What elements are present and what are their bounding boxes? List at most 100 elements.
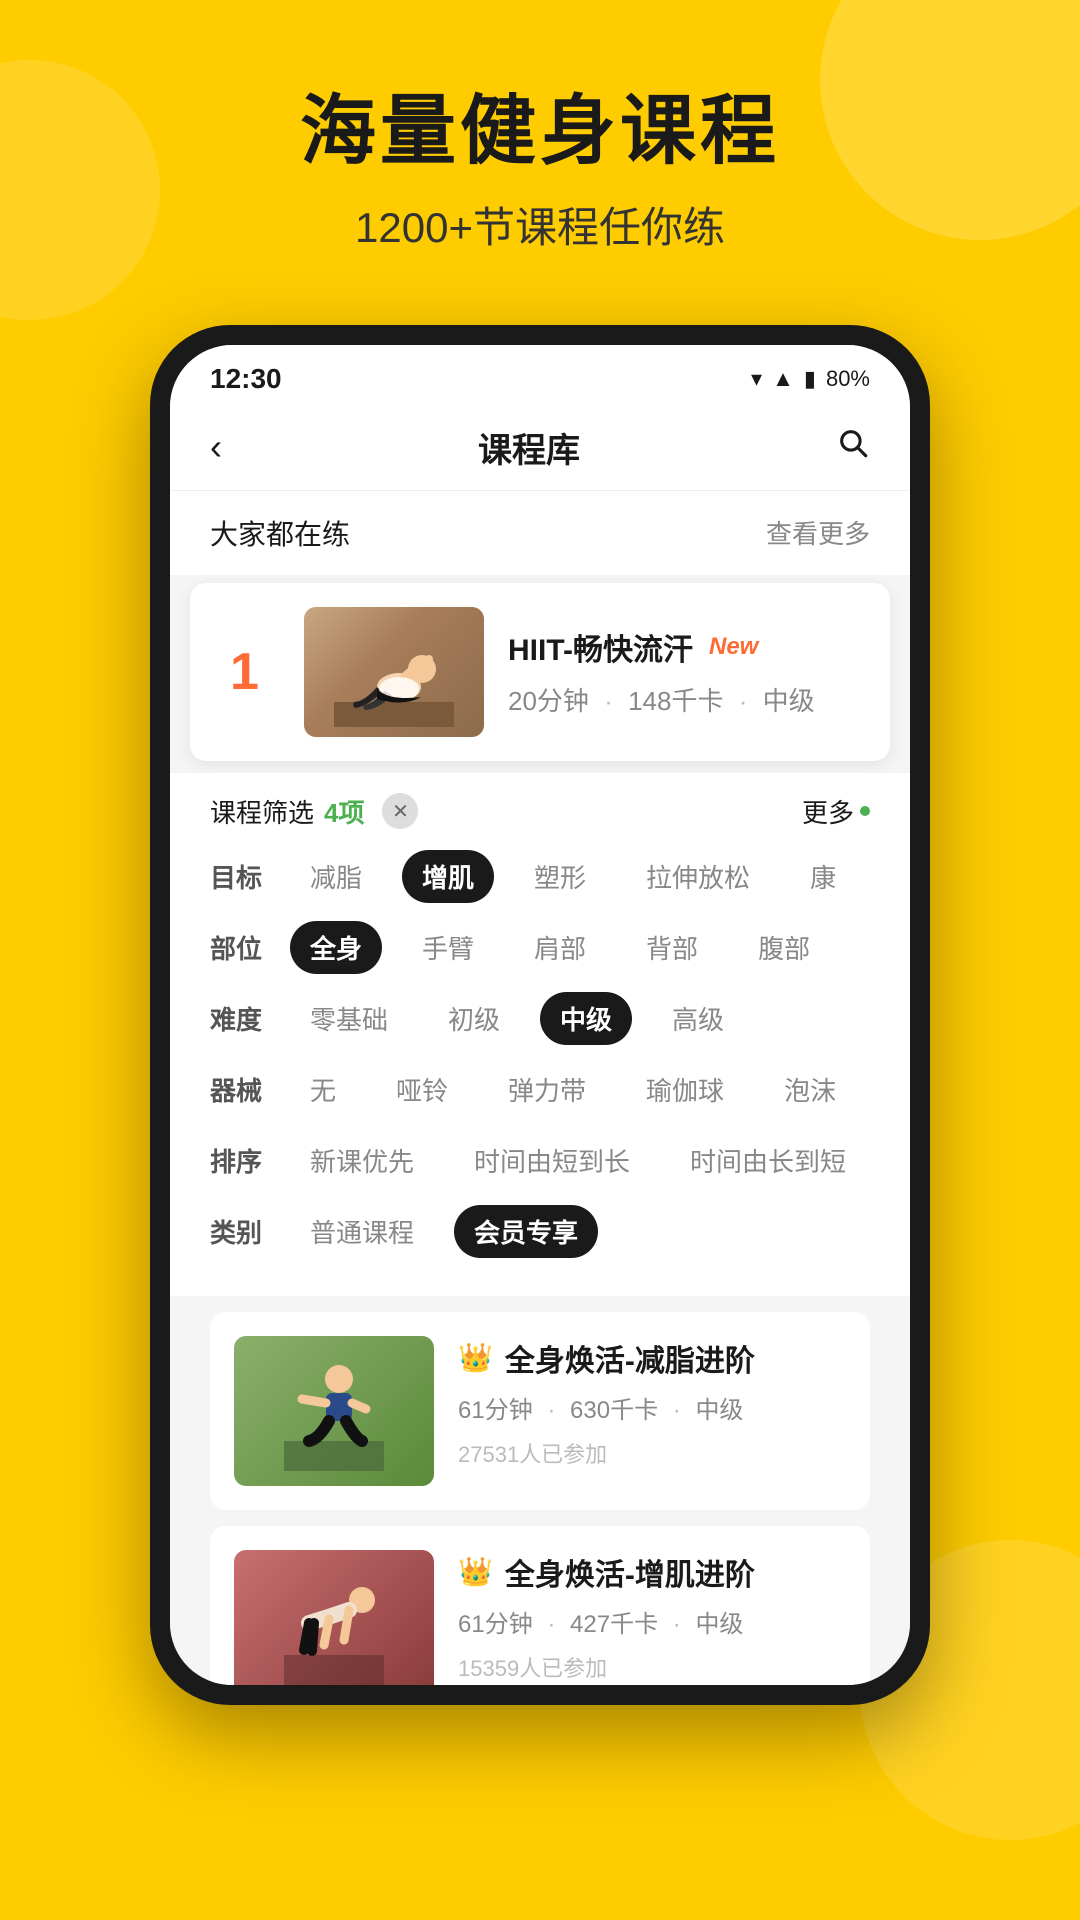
filter-tag-mid[interactable]: 中级 bbox=[540, 992, 632, 1045]
signal-icon: ▲ bbox=[772, 366, 794, 392]
thumb-image-2 bbox=[234, 1550, 434, 1685]
header-section: 海量健身课程 1200+节课程任你练 bbox=[0, 0, 1080, 295]
course-item-meta-2: 61分钟 · 427千卡 · 中级 bbox=[458, 1604, 846, 1639]
sub-title: 1200+节课程任你练 bbox=[0, 194, 1080, 255]
back-button[interactable]: ‹ bbox=[210, 426, 222, 468]
filter-label-sort: 排序 bbox=[210, 1142, 290, 1179]
filter-tags-category: 普通课程 会员专享 bbox=[290, 1205, 598, 1258]
phone-frame: 12:30 ▾ ▲ ▮ 80% ‹ 课程库 bbox=[150, 325, 930, 1705]
filter-tags-level: 零基础 初级 中级 高级 bbox=[290, 992, 744, 1045]
filter-tag-normal[interactable]: 普通课程 bbox=[290, 1205, 434, 1258]
thumb-image-1 bbox=[234, 1336, 434, 1486]
filter-tag-jiezhi[interactable]: 减脂 bbox=[290, 850, 382, 903]
filter-tag-suxing[interactable]: 塑形 bbox=[514, 850, 606, 903]
course-calories-2: 427千卡 bbox=[570, 1611, 658, 1638]
filter-tag-quanshen[interactable]: 全身 bbox=[290, 921, 382, 974]
separator-2: · bbox=[739, 686, 748, 716]
separator-1: · bbox=[604, 686, 613, 716]
course-participants-2: 15359人已参加 bbox=[458, 1651, 846, 1683]
course-name: HIIT-畅快流汗 bbox=[508, 625, 693, 669]
filter-tag-jianbu[interactable]: 肩部 bbox=[514, 921, 606, 974]
search-button[interactable] bbox=[836, 426, 870, 469]
filter-tag-yoga-ball[interactable]: 瑜伽球 bbox=[626, 1063, 744, 1116]
course-item-meta-1: 61分钟 · 630千卡 · 中级 bbox=[458, 1390, 846, 1425]
course-thumb-1 bbox=[234, 1336, 434, 1486]
filter-tag-none[interactable]: 无 bbox=[290, 1063, 356, 1116]
filter-section: 课程筛选 4项 ✕ 更多 目标 减脂 bbox=[170, 773, 910, 1296]
filter-tag-foam[interactable]: 泡沫 bbox=[764, 1063, 856, 1116]
course-thumbnail bbox=[304, 607, 484, 737]
filter-tags-body: 全身 手臂 肩部 背部 腹部 bbox=[290, 921, 830, 974]
course-name-row: HIIT-畅快流汗 New bbox=[508, 625, 850, 669]
course-level-2: 中级 bbox=[695, 1611, 743, 1638]
course-item-info-1: 👑 全身焕活-减脂进阶 61分钟 · 630千卡 · 中级 27531人已参加 bbox=[458, 1336, 846, 1469]
filter-tag-long-first[interactable]: 时间由长到短 bbox=[670, 1134, 866, 1187]
nav-bar: ‹ 课程库 bbox=[170, 405, 910, 491]
featured-course-card[interactable]: 1 bbox=[190, 583, 890, 761]
wifi-icon: ▾ bbox=[751, 366, 762, 392]
filter-tag-short-first[interactable]: 时间由短到长 bbox=[454, 1134, 650, 1187]
filter-header-left: 课程筛选 4项 ✕ bbox=[210, 793, 418, 830]
crown-icon-2: 👑 bbox=[458, 1555, 493, 1588]
nav-title: 课程库 bbox=[478, 423, 580, 472]
filter-label-equipment: 器械 bbox=[210, 1071, 290, 1108]
course-duration-2: 61分钟 bbox=[458, 1611, 533, 1638]
filter-active-dot bbox=[860, 806, 870, 816]
filter-tag-advanced[interactable]: 高级 bbox=[652, 992, 744, 1045]
course-duration: 20分钟 bbox=[508, 686, 589, 716]
filter-more-button[interactable]: 更多 bbox=[802, 793, 870, 830]
course-list: 👑 全身焕活-减脂进阶 61分钟 · 630千卡 · 中级 27531人已参加 bbox=[170, 1296, 910, 1685]
filter-row-category: 类别 普通课程 会员专享 bbox=[210, 1205, 870, 1258]
status-bar: 12:30 ▾ ▲ ▮ 80% bbox=[170, 345, 910, 405]
popular-section-label: 大家都在练 bbox=[210, 513, 350, 553]
filter-row-equipment: 器械 无 哑铃 弹力带 瑜伽球 泡沫 bbox=[210, 1063, 870, 1116]
battery-text: 80% bbox=[826, 366, 870, 392]
filter-label-goal: 目标 bbox=[210, 858, 290, 895]
filter-tag-beginner[interactable]: 初级 bbox=[428, 992, 520, 1045]
filter-row-level: 难度 零基础 初级 中级 高级 bbox=[210, 992, 870, 1045]
filter-tags-goal: 减脂 增肌 塑形 拉伸放松 康 bbox=[290, 850, 856, 903]
view-more-link[interactable]: 查看更多 bbox=[766, 514, 870, 551]
section-header: 大家都在练 查看更多 bbox=[170, 491, 910, 575]
filter-tag-beibu[interactable]: 背部 bbox=[626, 921, 718, 974]
filter-tag-zero[interactable]: 零基础 bbox=[290, 992, 408, 1045]
filter-tag-new-first[interactable]: 新课优先 bbox=[290, 1134, 434, 1187]
filter-tags-sort: 新课优先 时间由短到长 时间由长到短 bbox=[290, 1134, 866, 1187]
course-item-name-1: 全身焕活-减脂进阶 bbox=[505, 1336, 755, 1380]
course-calories: 148千卡 bbox=[628, 686, 723, 716]
rank-number: 1 bbox=[230, 642, 280, 702]
course-level: 中级 bbox=[763, 686, 815, 716]
filter-header: 课程筛选 4项 ✕ 更多 bbox=[210, 793, 870, 830]
course-duration-1: 61分钟 bbox=[458, 1397, 533, 1424]
filter-tag-shoubi[interactable]: 手臂 bbox=[402, 921, 494, 974]
filter-row-goal: 目标 减脂 增肌 塑形 拉伸放松 康 bbox=[210, 850, 870, 903]
status-icons: ▾ ▲ ▮ 80% bbox=[751, 366, 870, 392]
filter-title: 课程筛选 bbox=[210, 793, 314, 830]
content-area: 大家都在练 查看更多 1 bbox=[170, 491, 910, 1685]
filter-tag-band[interactable]: 弹力带 bbox=[488, 1063, 606, 1116]
new-badge: New bbox=[709, 633, 758, 661]
course-calories-1: 630千卡 bbox=[570, 1397, 658, 1424]
course-participants-1: 27531人已参加 bbox=[458, 1437, 846, 1469]
filter-tag-lashen[interactable]: 拉伸放松 bbox=[626, 850, 770, 903]
filter-tag-member[interactable]: 会员专享 bbox=[454, 1205, 598, 1258]
course-item-info-2: 👑 全身焕活-增肌进阶 61分钟 · 427千卡 · 中级 15359人已参加 bbox=[458, 1550, 846, 1683]
filter-clear-button[interactable]: ✕ bbox=[382, 793, 418, 829]
phone-wrapper: 12:30 ▾ ▲ ▮ 80% ‹ 课程库 bbox=[0, 325, 1080, 1705]
course-item-2[interactable]: 👑 全身焕活-增肌进阶 61分钟 · 427千卡 · 中级 15359人已参加 bbox=[210, 1526, 870, 1685]
filter-label-category: 类别 bbox=[210, 1213, 290, 1250]
phone-screen: 12:30 ▾ ▲ ▮ 80% ‹ 课程库 bbox=[170, 345, 910, 1685]
course-thumb-image bbox=[304, 607, 484, 737]
filter-row-body: 部位 全身 手臂 肩部 背部 腹部 bbox=[210, 921, 870, 974]
filter-label-level: 难度 bbox=[210, 1000, 290, 1037]
course-name-row-1: 👑 全身焕活-减脂进阶 bbox=[458, 1336, 846, 1380]
filter-tag-zengjia[interactable]: 增肌 bbox=[402, 850, 494, 903]
filter-tag-dumbbell[interactable]: 哑铃 bbox=[376, 1063, 468, 1116]
battery-icon: ▮ bbox=[804, 366, 816, 392]
course-name-row-2: 👑 全身焕活-增肌进阶 bbox=[458, 1550, 846, 1594]
filter-tag-kang[interactable]: 康 bbox=[790, 850, 856, 903]
course-item-name-2: 全身焕活-增肌进阶 bbox=[505, 1550, 755, 1594]
filter-tag-fubu[interactable]: 腹部 bbox=[738, 921, 830, 974]
filter-tags-equipment: 无 哑铃 弹力带 瑜伽球 泡沫 bbox=[290, 1063, 856, 1116]
course-item-1[interactable]: 👑 全身焕活-减脂进阶 61分钟 · 630千卡 · 中级 27531人已参加 bbox=[210, 1312, 870, 1510]
